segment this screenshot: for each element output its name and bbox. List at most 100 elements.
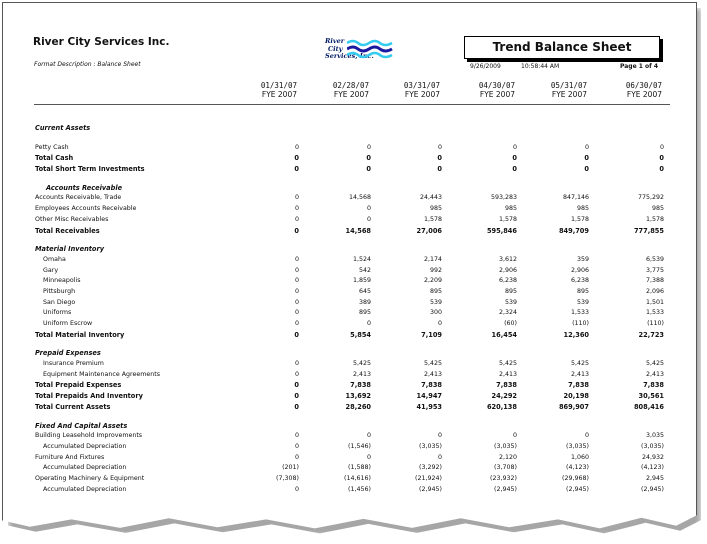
cell-value: 992 (429, 266, 442, 274)
cell-value: 6,238 (498, 277, 517, 285)
cell-value: 0 (512, 432, 517, 440)
cell-value: 2,209 (423, 277, 442, 285)
cell-value: 1,578 (645, 215, 664, 223)
cell-value: (3,035) (641, 442, 664, 450)
table-row: Accumulated Depreciation 0 (1,546) (3,035) (… (3, 442, 697, 453)
row-label: Employees Accounts Receivable (35, 205, 137, 213)
cell-value: 20,198 (563, 392, 589, 401)
cell-value: (2,945) (641, 485, 664, 493)
cell-value: 7,838 (496, 381, 517, 390)
cell-value: 0 (294, 154, 299, 163)
cell-value: (4,123) (641, 464, 664, 472)
cell-value: 2,120 (498, 453, 517, 461)
cell-value: 2,096 (645, 287, 664, 295)
cell-value: 0 (294, 309, 299, 317)
cell-value: (14,616) (344, 474, 371, 482)
cell-value: 0 (366, 154, 371, 163)
cell-value: 7,838 (421, 381, 442, 390)
cell-value: 16,454 (491, 330, 517, 339)
cell-value: 7,109 (421, 330, 442, 339)
column-date: 06/30/07 (625, 81, 662, 90)
report-time: 10:58:44 AM (521, 63, 560, 70)
cell-value: 0 (584, 432, 589, 440)
cell-value: 1,578 (498, 215, 517, 223)
report-date: 9/26/2009 (470, 63, 501, 70)
total-row: Total Current Assets 0 28,260 41,953 620,138… (3, 402, 697, 413)
balance-sheet-table: Current Assets Petty Cash 0 0 0 0 0 0 Total Cash… (3, 123, 697, 495)
column-header: 01/31/07 FYE 2007 (227, 81, 297, 99)
row-label: San Diego (43, 298, 76, 306)
row-label: Gary (43, 266, 59, 274)
company-name: River City Services Inc. (33, 36, 170, 48)
cell-value: 0 (294, 370, 299, 378)
cell-value: (110) (572, 320, 589, 327)
cell-value: (1,588) (348, 464, 371, 472)
cell-value: 2,413 (645, 370, 664, 378)
cell-value: 0 (437, 320, 442, 327)
cell-value: 12,360 (563, 330, 589, 339)
cell-value: 22,723 (638, 330, 664, 339)
cell-value: 539 (576, 298, 589, 306)
cell-value: 985 (651, 205, 664, 213)
total-row: Total Short Term Investments 0 0 0 0 0 0 (3, 164, 697, 175)
cell-value: 14,568 (345, 226, 371, 235)
cell-value: (7,308) (276, 474, 299, 482)
cell-value: 985 (576, 205, 589, 213)
cell-value: 0 (437, 143, 442, 151)
cell-value: 849,709 (558, 226, 589, 235)
cell-value: 0 (294, 215, 299, 223)
cell-value: 0 (659, 165, 664, 174)
cell-value: 41,953 (416, 402, 442, 411)
cell-value: 0 (512, 154, 517, 163)
row-label: Accumulated Depreciation (43, 464, 127, 472)
cell-value: 2,174 (423, 255, 442, 263)
cell-value: 24,932 (641, 453, 664, 461)
cell-value: 3,035 (645, 432, 664, 440)
table-row: San Diego 0 389 539 539 539 1,501 (3, 298, 697, 309)
cell-value: 0 (294, 266, 299, 274)
cell-value: 777,855 (633, 226, 664, 235)
cell-value: 2,413 (352, 370, 371, 378)
cell-value: 985 (504, 205, 517, 213)
column-fiscal-year: FYE 2007 (333, 90, 369, 99)
column-fiscal-year: FYE 2007 (261, 90, 297, 99)
column-date: 01/31/07 (260, 81, 297, 90)
cell-value: 0 (584, 154, 589, 163)
cell-value: 0 (366, 453, 371, 461)
cell-value: 5,425 (352, 360, 371, 368)
cell-value: (1,546) (348, 442, 371, 450)
cell-value: 1,533 (570, 309, 589, 317)
cell-value: 24,443 (419, 194, 442, 202)
cell-value: 539 (429, 298, 442, 306)
table-row: Uniform Escrow 0 0 0 (60) (110) (110) (3, 319, 697, 330)
cell-value: 2,413 (570, 370, 589, 378)
column-header: 06/30/07 FYE 2007 (592, 81, 662, 99)
cell-value: 620,138 (486, 402, 517, 411)
report-title: Trend Balance Sheet (464, 36, 660, 59)
cell-value: 2,906 (570, 266, 589, 274)
cell-value: 5,425 (645, 360, 664, 368)
cell-value: 1,533 (645, 309, 664, 317)
row-label: Total Current Assets (35, 402, 111, 411)
cell-value: (2,945) (566, 485, 589, 493)
cell-value: 0 (366, 143, 371, 151)
table-row: Operating Machinery & Equipment (7,308) (1… (3, 474, 697, 485)
row-label: Uniform Escrow (43, 320, 93, 327)
cell-value: 359 (576, 255, 589, 263)
table-row: Accounts Receivable, Trade 0 14,568 24,443 5… (3, 193, 697, 204)
column-header: 05/31/07 FYE 2007 (517, 81, 587, 99)
section-heading: Current Assets (3, 123, 697, 134)
cell-value: 1,578 (570, 215, 589, 223)
cell-value: 5,425 (423, 360, 442, 368)
cell-value: (3,035) (566, 442, 589, 450)
cell-value: 30,561 (638, 392, 664, 401)
cell-value: 0 (437, 453, 442, 461)
cell-value: 808,416 (633, 402, 664, 411)
section-heading: Material Inventory (3, 244, 697, 255)
row-label: Equipment Maintenance Agreements (43, 370, 160, 378)
cell-value: 1,524 (352, 255, 371, 263)
cell-value: 0 (366, 165, 371, 174)
cell-value: 6,238 (570, 277, 589, 285)
row-label: Building Leasehold Improvements (35, 432, 143, 440)
column-date: 05/31/07 (550, 81, 587, 90)
